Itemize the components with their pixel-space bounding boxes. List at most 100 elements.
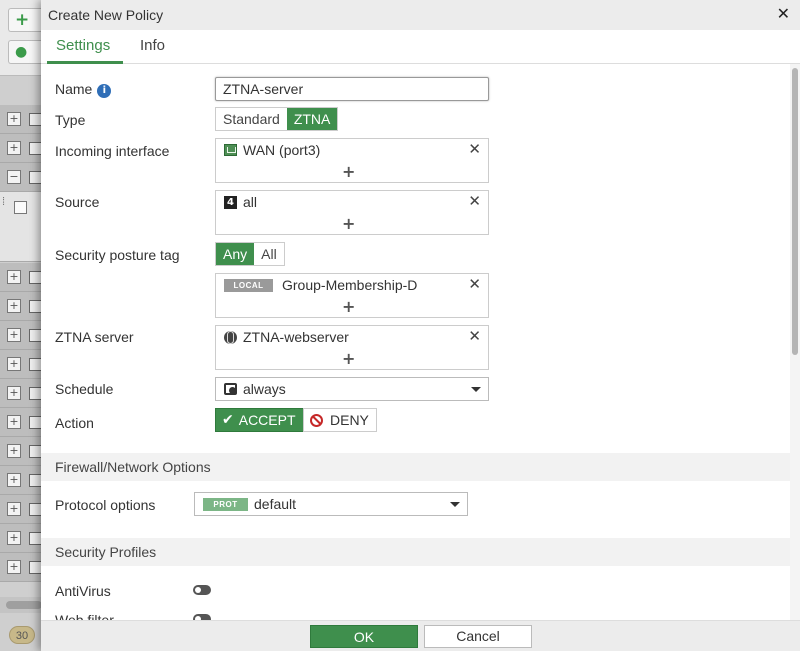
posture-any-option[interactable]: Any: [216, 243, 255, 265]
expand-icon[interactable]: +: [7, 444, 21, 458]
clipped-row: Web filter: [41, 606, 790, 620]
remove-posture-tag-icon[interactable]: ✕: [468, 275, 481, 293]
remove-source-icon[interactable]: ✕: [468, 192, 481, 210]
protocol-options-select[interactable]: PROT default: [194, 492, 468, 516]
expand-icon[interactable]: +: [7, 112, 21, 126]
expand-icon[interactable]: +: [7, 270, 21, 284]
expand-icon[interactable]: +: [7, 531, 21, 545]
type-standard-option[interactable]: Standard: [216, 108, 287, 130]
firewall-options-title: Firewall/Network Options: [55, 459, 211, 475]
policy-row[interactable]: +: [0, 321, 42, 350]
policy-row[interactable]: +: [0, 350, 42, 379]
add-posture-tag-icon[interactable]: +: [342, 297, 355, 316]
policy-row[interactable]: −: [0, 163, 42, 192]
name-input[interactable]: [215, 77, 489, 101]
type-ztna-option[interactable]: ZTNA: [286, 108, 338, 130]
ztna-server-label: ZTNA server: [55, 329, 134, 345]
ok-button[interactable]: OK: [310, 625, 418, 648]
source-field[interactable]: 4 all ✕ +: [215, 190, 489, 235]
expand-icon[interactable]: +: [7, 299, 21, 313]
dialog-tabs: Settings Info: [41, 30, 800, 64]
security-posture-tag-label: Security posture tag: [55, 247, 180, 263]
add-interface-icon[interactable]: +: [342, 162, 355, 181]
horizontal-scrollbar[interactable]: [0, 597, 42, 613]
deny-icon: [310, 413, 323, 427]
posture-tag-field[interactable]: LOCAL Group-Membership-D ✕ +: [215, 273, 489, 318]
protocol-options-value: default: [254, 496, 297, 512]
policy-row[interactable]: +: [0, 105, 42, 134]
ztna-server-text: ZTNA-webserver: [243, 329, 349, 345]
schedule-value: always: [243, 381, 286, 397]
row-checkbox[interactable]: [14, 201, 27, 214]
incoming-interface-field[interactable]: WAN (port3) ✕ +: [215, 138, 489, 183]
address-icon: 4: [224, 195, 237, 209]
name-label: Name i: [55, 81, 112, 98]
incoming-interface-label: Incoming interface: [55, 143, 170, 159]
policy-row[interactable]: +: [0, 495, 42, 524]
policy-row[interactable]: +: [0, 553, 42, 582]
chevron-down-icon: [471, 387, 481, 392]
collapse-icon[interactable]: −: [7, 170, 21, 184]
info-icon[interactable]: i: [97, 84, 112, 98]
policy-row[interactable]: +: [0, 134, 42, 163]
drag-handle-icon[interactable]: ⁞: [2, 197, 5, 208]
vertical-scrollbar[interactable]: [790, 64, 800, 620]
interface-entry: WAN (port3): [224, 142, 320, 158]
schedule-label: Schedule: [55, 381, 114, 397]
expand-icon[interactable]: +: [7, 328, 21, 342]
policy-row[interactable]: +: [0, 263, 42, 292]
expand-icon[interactable]: +: [7, 357, 21, 371]
name-label-text: Name: [55, 81, 93, 97]
expand-icon[interactable]: +: [7, 473, 21, 487]
policy-row[interactable]: +: [0, 466, 42, 495]
globe-icon: [224, 330, 237, 344]
create-policy-dialog: Create New Policy ✕ Settings Info Name i …: [41, 0, 800, 651]
deny-label: DENY: [330, 412, 369, 428]
add-source-icon[interactable]: +: [342, 214, 355, 233]
expand-icon[interactable]: +: [7, 141, 21, 155]
cancel-button[interactable]: Cancel: [424, 625, 532, 648]
security-profiles-section: Security Profiles: [41, 538, 790, 566]
posture-tag-entry: LOCAL Group-Membership-D: [224, 277, 417, 293]
deny-button[interactable]: DENY: [303, 408, 377, 432]
prot-badge: PROT: [203, 497, 248, 511]
chevron-down-icon: [450, 502, 460, 507]
policy-count-badge: 30: [9, 626, 35, 644]
expand-icon[interactable]: +: [7, 415, 21, 429]
antivirus-label: AntiVirus: [55, 583, 111, 599]
ztna-server-field[interactable]: ZTNA-webserver ✕ +: [215, 325, 489, 370]
firewall-options-section: Firewall/Network Options: [41, 453, 790, 481]
policy-row[interactable]: +: [0, 292, 42, 321]
protocol-options-label: Protocol options: [55, 497, 156, 513]
edit-button[interactable]: ●: [8, 40, 42, 64]
dialog-title: Create New Policy: [48, 7, 164, 23]
policy-row[interactable]: +: [0, 524, 42, 553]
expand-icon[interactable]: +: [7, 560, 21, 574]
accept-button[interactable]: ✔ ACCEPT: [215, 408, 304, 432]
tab-settings[interactable]: Settings: [56, 37, 110, 54]
schedule-select[interactable]: always: [215, 377, 489, 401]
dialog-footer: OK Cancel: [41, 620, 800, 651]
antivirus-toggle[interactable]: [193, 585, 211, 595]
close-icon[interactable]: ✕: [777, 4, 790, 23]
remove-interface-icon[interactable]: ✕: [468, 140, 481, 158]
policy-row[interactable]: +: [0, 437, 42, 466]
policy-row[interactable]: +: [0, 408, 42, 437]
expand-icon[interactable]: +: [7, 502, 21, 516]
policy-list-toolbar: + ●: [0, 0, 42, 76]
expand-icon[interactable]: +: [7, 386, 21, 400]
add-ztna-server-icon[interactable]: +: [342, 349, 355, 368]
posture-all-option[interactable]: All: [254, 243, 284, 265]
posture-tag-text: Group-Membership-D: [282, 277, 418, 293]
create-new-button[interactable]: +: [8, 8, 42, 32]
policy-row[interactable]: +: [0, 379, 42, 408]
policy-list-background: + ● + + − ⁞ + + + + + + + + + + + 30: [0, 0, 42, 651]
tab-info[interactable]: Info: [140, 37, 165, 54]
source-entry: 4 all: [224, 194, 257, 210]
remove-ztna-server-icon[interactable]: ✕: [468, 327, 481, 345]
dialog-header: Create New Policy ✕: [41, 0, 800, 30]
scrollbar-thumb[interactable]: [792, 68, 798, 355]
type-toggle: Standard ZTNA: [215, 107, 339, 131]
active-tab-indicator: [47, 61, 123, 64]
type-label: Type: [55, 112, 86, 128]
